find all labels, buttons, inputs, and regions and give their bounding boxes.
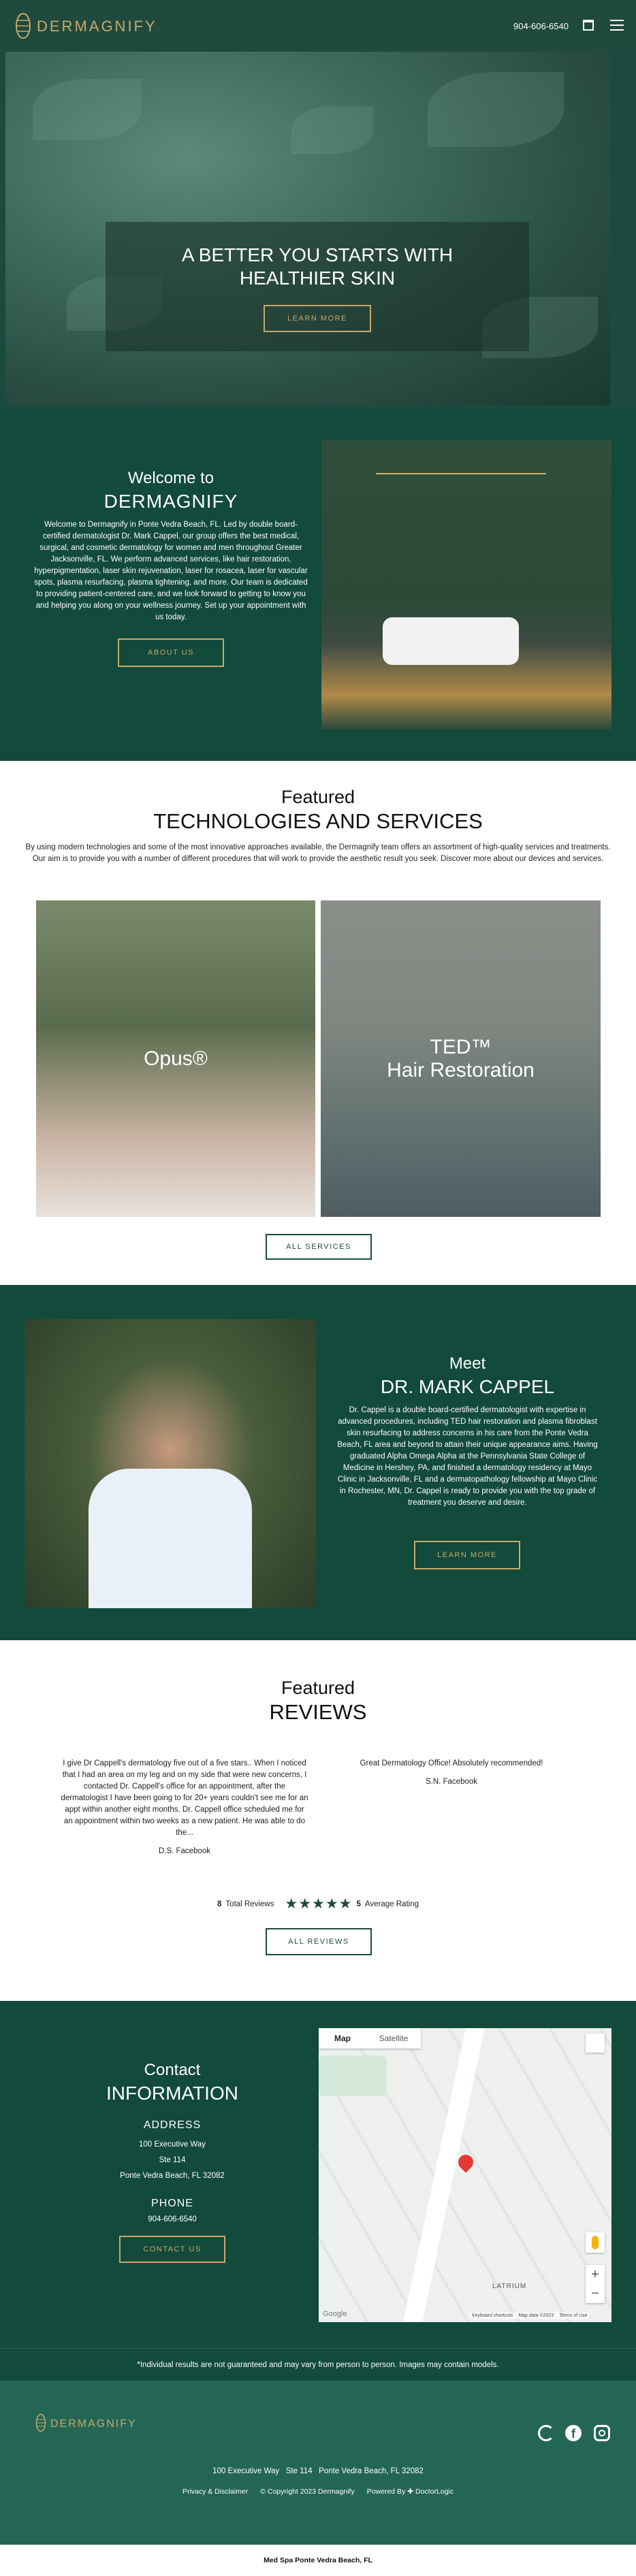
- total-reviews-count: 8: [217, 1900, 222, 1908]
- instagram-icon[interactable]: [594, 2425, 610, 2441]
- footer-logo-icon[interactable]: [35, 2413, 46, 2432]
- map-tab-satellite[interactable]: Satellite: [366, 2028, 421, 2049]
- doctor-body: Dr. Cappel is a double board-certified d…: [337, 1406, 598, 1507]
- terms-link[interactable]: Terms of Use: [559, 2313, 587, 2318]
- address-line1: 100 Executive Way: [138, 2140, 206, 2149]
- disclaimer-bar: *Individual results are not guaranteed a…: [0, 2348, 636, 2381]
- contact-phone[interactable]: 904-606-6540: [75, 2215, 270, 2223]
- white-sofa: [383, 617, 519, 665]
- clinic-interior-image: [321, 440, 611, 730]
- doctor-learn-more-button[interactable]: LEARN MORE: [414, 1541, 520, 1569]
- star-rating-icons: ★★★★★: [285, 1896, 353, 1912]
- footer-links: Privacy & Disclaimer © Copyright 2023 De…: [0, 2488, 636, 2496]
- review-item: Great Dermatology Office! Absolutely rec…: [327, 1758, 576, 1788]
- welcome-heading: DERMAGNIFY: [104, 491, 238, 512]
- doctor-photo: [25, 1319, 316, 1608]
- services-kicker: Featured: [281, 787, 355, 807]
- powered-by-label: Powered By: [366, 2488, 406, 2496]
- address-line2: Ste 114: [159, 2156, 186, 2164]
- hero-title-line2: HEALTHIER SKIN: [239, 267, 396, 289]
- zoom-out-icon[interactable]: −: [586, 2284, 605, 2303]
- footer-brand[interactable]: DERMAGNIFY: [50, 2418, 137, 2430]
- google-icon[interactable]: [538, 2425, 554, 2441]
- brand-name[interactable]: DERMAGNIFY: [37, 18, 157, 35]
- services-section: Featured TECHNOLOGIES AND SERVICES By us…: [0, 761, 636, 1285]
- google-logo: Google: [323, 2310, 347, 2318]
- fullscreen-icon[interactable]: [586, 2034, 605, 2053]
- services-heading: TECHNOLOGIES AND SERVICES: [153, 809, 483, 833]
- review-author: D.S. Facebook: [158, 1847, 211, 1855]
- service-card-ted-label1: TED™: [430, 1035, 492, 1058]
- review-author: S.N. Facebook: [425, 1778, 478, 1786]
- hero-learn-more-button[interactable]: LEARN MORE: [264, 305, 371, 332]
- zoom-control[interactable]: + −: [586, 2265, 605, 2303]
- facebook-icon[interactable]: f: [565, 2425, 582, 2441]
- footer-bottom-bar: Med Spa Ponte Vedra Beach, FL: [0, 2545, 636, 2576]
- chandelier: [376, 447, 546, 474]
- map-type-control: Map Satellite: [319, 2028, 421, 2049]
- disclaimer-text: *Individual results are not guaranteed a…: [137, 2360, 499, 2369]
- average-rating-value: 5: [356, 1900, 361, 1908]
- copyright-text: © Copyright 2023 Dermagnify: [260, 2488, 355, 2496]
- doctor-shirt: [89, 1469, 252, 1608]
- map-tab-map[interactable]: Map: [319, 2028, 366, 2049]
- review-item: I give Dr Cappell's dermatology five out…: [60, 1758, 309, 1857]
- calendar-icon[interactable]: [583, 20, 594, 31]
- google-map[interactable]: Map Satellite LATRIUM + − Google Keyboar…: [319, 2028, 611, 2322]
- zoom-in-icon[interactable]: +: [586, 2265, 605, 2284]
- all-services-button[interactable]: ALL SERVICES: [266, 1234, 372, 1260]
- contact-us-button[interactable]: CONTACT US: [119, 2236, 225, 2263]
- reviews-kicker: Featured: [281, 1678, 355, 1698]
- contact-kicker: Contact: [144, 2061, 201, 2079]
- welcome-section: Welcome to DERMAGNIFY Welcome to Dermagn…: [0, 409, 636, 761]
- reviews-section: Featured REVIEWS I give Dr Cappell's der…: [0, 1640, 636, 2001]
- contact-heading: INFORMATION: [106, 2083, 238, 2104]
- phone-label: PHONE: [151, 2198, 193, 2209]
- service-card-opus-label: Opus®: [144, 1047, 208, 1070]
- all-reviews-button[interactable]: ALL REVIEWS: [266, 1928, 372, 1955]
- review-text: I give Dr Cappell's dermatology five out…: [61, 1759, 308, 1837]
- service-card-opus[interactable]: Opus®: [36, 900, 315, 1217]
- contact-section: Contact INFORMATION ADDRESS 100 Executiv…: [0, 2001, 636, 2348]
- map-attribution: Keyboard shortcuts Map data ©2023 Terms …: [470, 2313, 590, 2319]
- hero-section: A BETTER YOU STARTS WITH HEALTHIER SKIN …: [0, 52, 636, 409]
- site-footer: DERMAGNIFY f 100 Executive Way Ste 114 P…: [0, 2381, 636, 2545]
- logo-icon[interactable]: [15, 12, 31, 39]
- privacy-link[interactable]: Privacy & Disclaimer: [182, 2488, 248, 2496]
- map-data-label: Map data ©2023: [518, 2313, 554, 2318]
- address-label: ADDRESS: [143, 2119, 202, 2131]
- bottom-seo-text[interactable]: Med Spa Ponte Vedra Beach, FL: [264, 2556, 372, 2564]
- services-body: By using modern technologies and some of…: [25, 843, 611, 863]
- doctor-kicker: Meet: [449, 1354, 486, 1373]
- header-phone[interactable]: 904-606-6540: [513, 21, 569, 31]
- service-card-ted[interactable]: TED™ Hair Restoration: [321, 900, 601, 1217]
- reviews-heading: REVIEWS: [269, 1700, 367, 1724]
- reviews-summary: 8 Total Reviews ★★★★★ 5 Average Rating: [204, 1895, 432, 1912]
- total-reviews-label: Total Reviews: [225, 1900, 274, 1908]
- site-header: DERMAGNIFY 904-606-6540: [0, 0, 636, 52]
- hero-overlay: A BETTER YOU STARTS WITH HEALTHIER SKIN …: [106, 222, 529, 351]
- service-card-ted-label2: Hair Restoration: [387, 1058, 535, 1081]
- about-us-button[interactable]: ABOUT US: [118, 638, 224, 667]
- doctor-heading: DR. MARK CAPPEL: [380, 1376, 555, 1397]
- welcome-body: Welcome to Dermagnify in Ponte Vedra Bea…: [34, 521, 308, 621]
- keyboard-shortcuts-link[interactable]: Keyboard shortcuts: [472, 2313, 513, 2318]
- menu-icon[interactable]: [610, 20, 624, 31]
- doctorlogic-icon: ✚: [407, 2488, 414, 2496]
- welcome-kicker: Welcome to: [127, 469, 214, 487]
- hero-title-line1: A BETTER YOU STARTS WITH: [181, 244, 454, 265]
- average-rating-label: Average Rating: [364, 1900, 419, 1908]
- footer-address: 100 Executive Way Ste 114 Ponte Vedra Be…: [212, 2467, 424, 2475]
- doctorlogic-link[interactable]: DoctorLogic: [415, 2488, 454, 2496]
- address-line3: Ponte Vedra Beach, FL 32082: [120, 2172, 225, 2180]
- review-text: Great Dermatology Office! Absolutely rec…: [360, 1759, 543, 1767]
- map-park-area: [319, 2055, 387, 2096]
- map-place-label: LATRIUM: [492, 2283, 527, 2290]
- pegman-icon[interactable]: [586, 2232, 605, 2253]
- doctor-section: Meet DR. MARK CAPPEL Dr. Cappel is a dou…: [0, 1285, 636, 1640]
